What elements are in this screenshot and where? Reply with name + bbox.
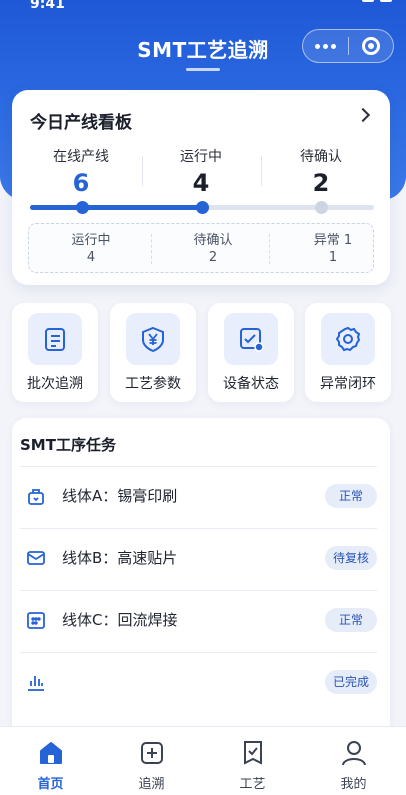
status-badge: 正常 bbox=[325, 608, 377, 632]
shortcut-label: 异常闭环 bbox=[320, 376, 376, 392]
more-button[interactable] bbox=[303, 30, 348, 62]
more-dot bbox=[314, 43, 320, 49]
battery-icon bbox=[380, 0, 392, 2]
tab-process[interactable]: 工艺 bbox=[202, 727, 303, 795]
tab-label: 追溯 bbox=[138, 777, 165, 792]
clipboard-icon bbox=[28, 313, 82, 365]
dashboard-card[interactable]: 今日产线看板 在线产线 6 运行中 4 待确认 2 运行中 4 待确认 2 异常… bbox=[12, 90, 390, 285]
sub-stat-value: 1 bbox=[328, 250, 338, 265]
shortcut-exception-loop[interactable]: 异常闭环 bbox=[305, 303, 391, 402]
yen-shield-icon bbox=[126, 313, 180, 365]
sub-stats-box: 运行中 4 待确认 2 异常 1 1 bbox=[28, 223, 374, 273]
plus-square-icon bbox=[141, 742, 163, 764]
task-row-line-a[interactable]: 线体A：锡膏印刷 正常 bbox=[20, 466, 377, 528]
sub-stat-divider bbox=[269, 234, 270, 264]
progress-step-dot bbox=[315, 201, 328, 214]
sub-stat-label: 待确认 bbox=[193, 233, 233, 248]
calendar-icon bbox=[27, 612, 45, 629]
signal-icon bbox=[362, 0, 374, 2]
tab-label: 首页 bbox=[37, 777, 64, 792]
status-indicators bbox=[362, 0, 392, 2]
sub-stat-label: 异常 1 bbox=[313, 233, 353, 248]
tab-mine[interactable]: 我的 bbox=[303, 727, 404, 795]
stat-value: 6 bbox=[72, 169, 90, 197]
sub-stat-label: 运行中 bbox=[71, 233, 111, 248]
stat-pending: 待确认 2 bbox=[261, 146, 381, 197]
progress-track bbox=[30, 201, 374, 214]
shield-check-icon bbox=[244, 741, 262, 765]
home-icon bbox=[40, 742, 62, 764]
sub-stat-abnormal: 异常 1 1 bbox=[278, 229, 388, 265]
sub-stat-divider bbox=[151, 234, 152, 264]
progress-step-dot bbox=[76, 201, 89, 214]
stat-value: 4 bbox=[192, 169, 210, 197]
stat-online-lines: 在线产线 6 bbox=[21, 146, 141, 197]
target-icon bbox=[361, 37, 380, 55]
tab-trace[interactable]: 追溯 bbox=[101, 727, 202, 795]
dashboard-title: 今日产线看板 bbox=[30, 113, 132, 133]
more-dot bbox=[322, 43, 328, 49]
close-button[interactable] bbox=[348, 30, 393, 62]
shortcut-label: 设备状态 bbox=[223, 376, 279, 392]
task-section-title: SMT工序任务 bbox=[20, 436, 116, 454]
tab-home[interactable]: 首页 bbox=[0, 727, 101, 795]
shortcut-process-params[interactable]: 工艺参数 bbox=[110, 303, 196, 402]
user-icon bbox=[342, 741, 366, 766]
status-badge: 待复核 bbox=[324, 546, 377, 570]
stat-label: 待确认 bbox=[300, 149, 342, 165]
progress-fill bbox=[30, 205, 202, 210]
status-badge: 正常 bbox=[325, 484, 377, 508]
task-card: SMT工序任务 线体A：锡膏印刷 正常 线体B：高速贴片 待复核 线体C：回流焊 bbox=[12, 418, 390, 728]
task-name: 线体A：锡膏印刷 bbox=[62, 487, 178, 505]
status-time: 9:41 bbox=[30, 0, 65, 12]
device-check-icon bbox=[224, 313, 278, 365]
stat-label: 运行中 bbox=[180, 149, 222, 165]
app-page: 9:41 SMT工艺追溯 今日产线看板 在线产线 6 运行中 4 待确认 2 运… bbox=[0, 0, 406, 795]
sub-stat-value: 2 bbox=[208, 250, 218, 265]
bar-chart-icon bbox=[28, 676, 44, 691]
task-row-line-c[interactable]: 线体C：回流焊接 正常 bbox=[20, 590, 377, 652]
tab-label: 我的 bbox=[340, 777, 367, 792]
sub-stat-value: 4 bbox=[86, 250, 96, 265]
miniprogram-capsule bbox=[302, 29, 394, 63]
title-underline bbox=[186, 68, 220, 71]
task-name: 线体C：回流焊接 bbox=[62, 611, 178, 629]
shortcut-batch-trace[interactable]: 批次追溯 bbox=[12, 303, 98, 402]
task-row-completed[interactable]: 已完成 bbox=[20, 652, 377, 714]
stat-value: 2 bbox=[312, 169, 330, 197]
shortcut-label: 批次追溯 bbox=[27, 376, 83, 392]
stat-running: 运行中 4 bbox=[141, 146, 261, 197]
sub-stat-pending: 待确认 2 bbox=[158, 229, 268, 265]
status-badge: 已完成 bbox=[324, 670, 377, 694]
envelope-icon bbox=[27, 551, 45, 565]
bottom-tab-bar: 首页 追溯 工艺 我的 bbox=[0, 726, 406, 795]
shortcut-label: 工艺参数 bbox=[125, 376, 181, 392]
shortcut-device-status[interactable]: 设备状态 bbox=[208, 303, 294, 402]
stat-label: 在线产线 bbox=[53, 149, 109, 165]
task-name: 线体B：高速贴片 bbox=[62, 549, 178, 567]
status-bar: 9:41 bbox=[0, 0, 406, 12]
tab-label: 工艺 bbox=[239, 777, 266, 792]
chevron-right-icon[interactable] bbox=[355, 107, 371, 123]
bag-icon bbox=[28, 489, 44, 505]
sub-stat-running: 运行中 4 bbox=[36, 229, 146, 265]
more-dot bbox=[330, 43, 336, 49]
progress-step-dot bbox=[196, 201, 209, 214]
task-row-line-b[interactable]: 线体B：高速贴片 待复核 bbox=[20, 528, 377, 590]
gear-icon bbox=[321, 313, 375, 365]
